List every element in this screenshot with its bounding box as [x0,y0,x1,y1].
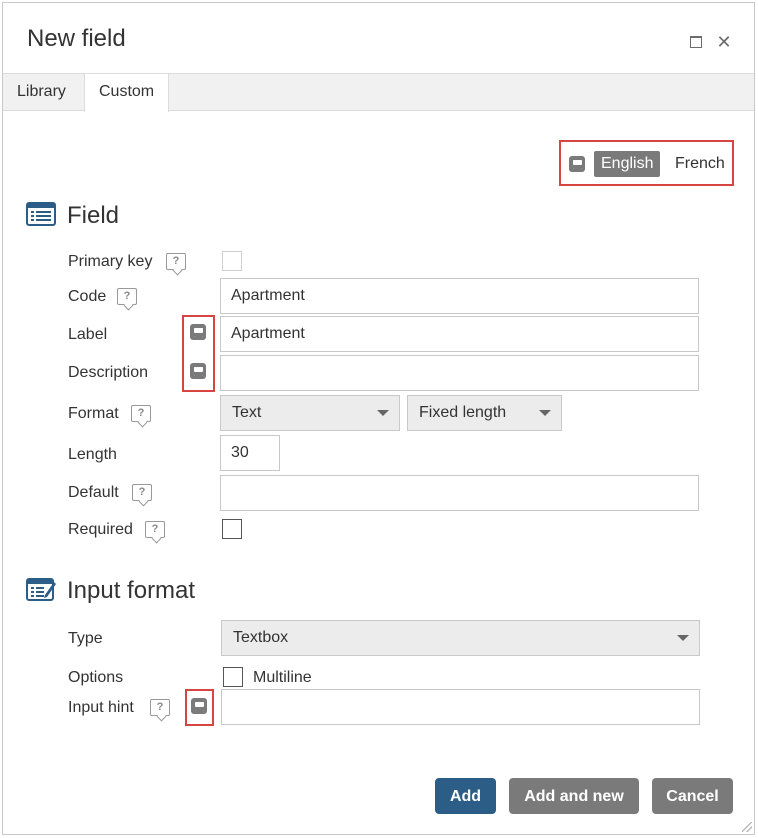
label-label: Label [68,326,108,343]
language-french[interactable]: French [675,151,725,177]
translate-icon[interactable] [190,363,206,379]
required-label: Required [68,521,133,538]
maximize-icon[interactable] [689,35,703,49]
add-button[interactable]: Add [435,778,496,814]
help-icon[interactable]: ? [131,405,151,422]
description-label: Description [68,364,149,381]
cancel-button[interactable]: Cancel [652,778,733,814]
language-switcher: English French [559,140,734,186]
close-icon[interactable]: ✕ [716,33,731,51]
edit-form-icon [26,578,56,601]
label-input[interactable]: Apartment [220,316,699,352]
multiline-label[interactable]: Multiline [253,669,312,687]
length-input[interactable]: 30 [220,435,280,471]
default-label: Default [68,484,119,501]
tab-custom[interactable]: Custom [84,74,170,112]
new-field-dialog: New field ✕ Library Custom English Frenc… [2,2,755,835]
format-type-value: Text [232,404,262,421]
chevron-down-icon [529,396,561,430]
input-hint-label: Input hint [68,699,134,716]
input-hint-input[interactable] [221,689,700,725]
input-type-value: Textbox [233,629,289,646]
field-section-title: Field [67,202,120,229]
dialog-title: New field [27,25,126,52]
resize-handle[interactable] [742,822,752,832]
format-length-mode-select[interactable]: Fixed length [407,395,562,431]
primary-key-label: Primary key [68,253,153,270]
help-icon[interactable]: ? [166,253,186,270]
format-label: Format [68,405,119,422]
default-input[interactable] [220,475,699,511]
list-icon [26,202,56,226]
code-label: Code [68,288,107,305]
translate-icon[interactable] [191,698,207,714]
translate-icon [569,156,585,172]
input-format-section-title: Input format [67,577,196,604]
primary-key-checkbox[interactable] [222,251,242,271]
length-label: Length [68,446,117,463]
multiline-checkbox[interactable] [223,667,243,687]
chevron-down-icon [667,621,699,655]
input-type-select[interactable]: Textbox [221,620,700,656]
type-label: Type [68,630,103,647]
language-english[interactable]: English [594,151,661,177]
translate-icon[interactable] [190,324,206,340]
code-input[interactable]: Apartment [220,278,699,314]
help-icon[interactable]: ? [150,699,170,716]
add-and-new-button[interactable]: Add and new [509,778,639,814]
help-icon[interactable]: ? [117,288,137,305]
help-icon[interactable]: ? [132,484,152,501]
format-length-mode-value: Fixed length [419,404,507,421]
chevron-down-icon [367,396,399,430]
required-checkbox[interactable] [222,519,242,539]
tab-bar: Library Custom [3,73,754,112]
help-icon[interactable]: ? [145,521,165,538]
options-label: Options [68,669,124,686]
tab-library[interactable]: Library [3,74,80,111]
format-type-select[interactable]: Text [220,395,400,431]
description-input[interactable] [220,355,699,391]
